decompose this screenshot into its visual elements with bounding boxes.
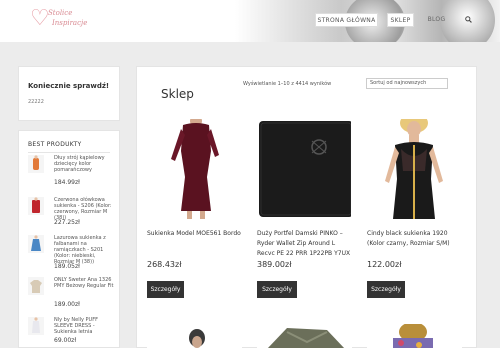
nav-sklep[interactable]: SKLEP <box>387 13 414 27</box>
divider <box>28 152 110 153</box>
page-title: Sklep <box>161 87 194 101</box>
product-thumbnail[interactable] <box>28 235 44 253</box>
product-price: 122.00zł <box>367 260 402 269</box>
widget-best-produkty: BEST PRODUKTY Dłuy strój kąpielowy dziec… <box>18 130 120 348</box>
product-name[interactable]: Cindy black sukienka 1920 (Kolor czarny,… <box>367 229 463 249</box>
product-image[interactable] <box>257 324 352 348</box>
search-icon[interactable] <box>462 13 474 27</box>
product-name[interactable]: Sukienka Model MOE561 Bordo <box>147 229 243 239</box>
product-name[interactable]: Nly by Nelly PUFF SLEEVE DRESS - Sukienk… <box>54 317 114 335</box>
widget-text: 22222 <box>28 99 44 105</box>
product-thumbnail[interactable] <box>28 155 44 173</box>
product-image[interactable] <box>257 119 351 219</box>
product-thumbnail[interactable] <box>28 197 44 215</box>
sidebar-product[interactable]: Lazurowa sukienka z falbanami na ramiącz… <box>28 235 116 273</box>
site-header: ♡ Stolice Inspiracje STRONA GŁÓWNA SKLEP… <box>0 0 500 42</box>
product-name[interactable]: ONLY Sweter Ana 1326 PMY Beżowy Regular … <box>54 277 114 289</box>
logo-text-line2: Inspiracje <box>52 19 88 27</box>
details-button[interactable]: Szczegóły <box>147 281 184 298</box>
product-price: 69.00zł <box>54 337 77 344</box>
product-price: 227.25zł <box>54 219 80 226</box>
product-image[interactable] <box>367 119 461 219</box>
product-image[interactable] <box>367 324 462 348</box>
product-price: 268.43zł <box>147 260 182 269</box>
details-button[interactable]: Szczegóły <box>367 281 405 298</box>
sort-dropdown[interactable]: Sortuj od najnowszych <box>366 78 448 89</box>
shop-content: Sklep Wyświetlanie 1–10 z 4414 wyników S… <box>136 66 477 348</box>
sidebar-product[interactable]: ONLY Sweter Ana 1326 PMY Beżowy Regular … <box>28 277 116 311</box>
product-price: 184.99zł <box>54 179 80 186</box>
product-thumbnail[interactable] <box>28 317 44 335</box>
details-button[interactable]: Szczegóły <box>257 281 297 298</box>
widget-koniecznie-sprawdz: Koniecznie sprawdź! 22222 <box>18 66 120 121</box>
widget-title: Koniecznie sprawdź! <box>28 82 110 90</box>
product-name[interactable]: Lazurowa sukienka z falbanami na ramiącz… <box>54 235 114 265</box>
sort-selected-value: Sortuj od najnowszych <box>370 80 427 86</box>
site-logo[interactable]: ♡ Stolice Inspiracje <box>30 6 87 34</box>
product-image[interactable] <box>147 324 242 348</box>
sidebar-product[interactable]: Nly by Nelly PUFF SLEEVE DRESS - Sukienk… <box>28 317 116 347</box>
product-price: 389.00zł <box>257 260 292 269</box>
widget-title: BEST PRODUKTY <box>28 141 82 148</box>
product-name[interactable]: Czerwona ołówkowa sukienka - S206 (Kolor… <box>54 197 114 221</box>
product-price: 189.00zł <box>54 301 80 308</box>
nav-blog[interactable]: BLOG <box>424 13 449 27</box>
nav-strona-glowna[interactable]: STRONA GŁÓWNA <box>315 13 378 27</box>
product-thumbnail[interactable] <box>28 277 44 295</box>
sidebar-product[interactable]: Dłuy strój kąpielowy dziecięcy kolor pom… <box>28 155 116 187</box>
result-count: Wyświetlanie 1–10 z 4414 wyników <box>243 81 332 87</box>
sidebar-product[interactable]: Czerwona ołówkowa sukienka - S206 (Kolor… <box>28 197 116 231</box>
heart-logo-icon: ♡ <box>30 6 50 31</box>
product-image[interactable] <box>147 119 241 219</box>
product-name[interactable]: Dłuy strój kąpielowy dziecięcy kolor pom… <box>54 155 114 173</box>
product-price: 189.05zł <box>54 263 80 270</box>
logo-text-line1: Stolice <box>48 9 73 17</box>
product-name[interactable]: Duży Portfel Damski PINKO – Ryder Wallet… <box>257 229 353 259</box>
